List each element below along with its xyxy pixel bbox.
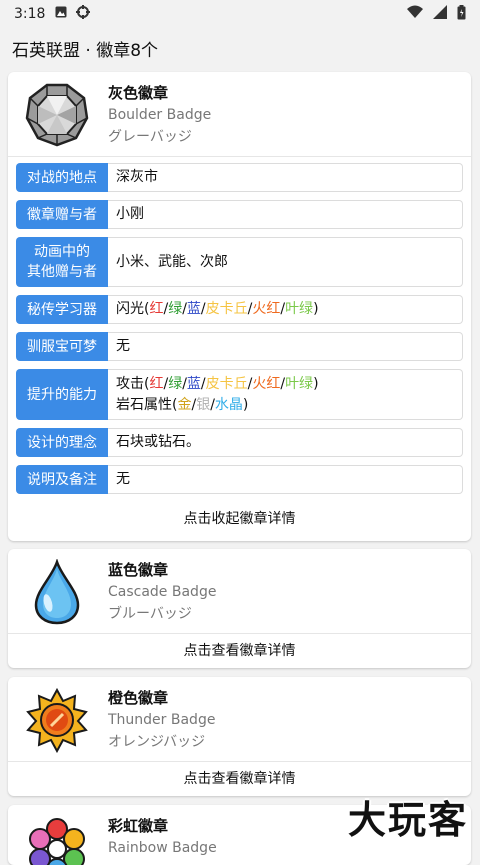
battery-icon — [457, 4, 466, 24]
row-value: 小刚 — [108, 200, 463, 229]
row-giver: 徽章赠与者 小刚 — [16, 200, 463, 229]
badge-name: 彩虹徽章 — [108, 817, 169, 835]
version-firered: 火红 — [252, 301, 281, 317]
status-time: 3:18 — [14, 6, 46, 22]
row-label-line2: 其他赠与者 — [27, 264, 97, 280]
thunder-badge-icon — [24, 687, 90, 754]
badge-english-name: Cascade Badge — [108, 584, 217, 600]
badge-header[interactable]: 灰色徽章 Boulder Badge グレーバッジ — [8, 72, 471, 156]
version-gold: 金 — [177, 396, 192, 413]
expand-details-button[interactable]: 点击查看徽章详情 — [8, 634, 471, 668]
row-boost: 提升的能力 攻击(红/绿/蓝/皮卡丘/火红/叶绿) 岩石属性(金/银/水晶) — [16, 369, 463, 420]
cascade-badge-icon — [24, 558, 90, 625]
row-notes: 说明及备注 无 — [16, 465, 463, 494]
hm-move: 闪光 — [116, 301, 144, 317]
row-value: 无 — [108, 332, 463, 361]
rainbow-badge-icon — [24, 815, 90, 865]
row-anime-givers: 动画中的 其他赠与者 小米、武能、次郎 — [16, 237, 463, 287]
watermark-logo: 大玩客 — [347, 798, 468, 842]
image-icon — [55, 6, 67, 22]
version-pikachu: 皮卡丘 — [205, 375, 248, 392]
row-label: 说明及备注 — [16, 465, 108, 494]
boulder-badge-icon — [24, 82, 90, 148]
row-label-line1: 动画中的 — [34, 244, 90, 260]
badge-card-cascade: 蓝色徽章 Cascade Badge ブルーバッジ 点击查看徽章详情 — [8, 549, 471, 668]
row-value: 深灰市 — [108, 163, 463, 192]
row-label: 动画中的 其他赠与者 — [16, 237, 108, 287]
settings-app-icon — [75, 4, 91, 24]
row-value: 攻击(红/绿/蓝/皮卡丘/火红/叶绿) 岩石属性(金/银/水晶) — [108, 369, 463, 420]
boost-line-2: 岩石属性(金/银/水晶) — [116, 396, 249, 413]
wifi-icon — [407, 5, 423, 23]
badge-japanese-name: グレーバッジ — [108, 129, 192, 145]
badge-details: 对战的地点 深灰市 徽章赠与者 小刚 动画中的 其他赠与者 小米、武能、次郎 秘… — [8, 157, 471, 494]
badge-header[interactable]: 橙色徽章 Thunder Badge オレンジバッジ — [8, 677, 471, 761]
badge-card-thunder: 橙色徽章 Thunder Badge オレンジバッジ 点击查看徽章详情 — [8, 677, 471, 796]
app-bar: 石英联盟 · 徽章8个 — [0, 28, 480, 68]
badge-english-name: Rainbow Badge — [108, 840, 217, 856]
row-label: 驯服宝可梦 — [16, 332, 108, 361]
row-label: 设计的理念 — [16, 428, 108, 457]
row-label: 对战的地点 — [16, 163, 108, 192]
badge-name: 橙色徽章 — [108, 689, 169, 707]
badge-card-boulder: 灰色徽章 Boulder Badge グレーバッジ 对战的地点 深灰市 徽章赠与… — [8, 72, 471, 541]
version-blue: 蓝 — [186, 375, 201, 392]
badge-english-name: Boulder Badge — [108, 107, 212, 123]
signal-icon — [433, 5, 447, 23]
row-label: 提升的能力 — [16, 369, 108, 420]
row-label: 秘传学习器 — [16, 295, 108, 324]
version-firered: 火红 — [252, 375, 281, 392]
version-green: 绿 — [168, 301, 183, 317]
version-pikachu: 皮卡丘 — [205, 301, 248, 317]
row-label: 徽章赠与者 — [16, 200, 108, 229]
badge-japanese-name: オレンジバッジ — [108, 734, 206, 750]
page-title: 石英联盟 · 徽章8个 — [12, 40, 159, 61]
row-obey: 驯服宝可梦 无 — [16, 332, 463, 361]
badge-header[interactable]: 蓝色徽章 Cascade Badge ブルーバッジ — [8, 549, 471, 633]
version-silver: 银 — [196, 396, 211, 413]
boost-line-1: 攻击(红/绿/蓝/皮卡丘/火红/叶绿) — [116, 375, 319, 392]
badge-japanese-name: ブルーバッジ — [108, 606, 192, 622]
version-red: 红 — [149, 375, 164, 392]
row-design: 设计的理念 石块或钻石。 — [16, 428, 463, 457]
collapse-details-button[interactable]: 点击收起徽章详情 — [8, 502, 471, 536]
version-blue: 蓝 — [186, 301, 201, 317]
status-bar: 3:18 — [0, 0, 480, 28]
version-green: 绿 — [168, 375, 183, 392]
row-value: 小米、武能、次郎 — [108, 237, 463, 287]
row-value: 闪光(红 / 绿 / 蓝 / 皮卡丘 / 火红 / 叶绿) — [108, 295, 463, 324]
row-value: 石块或钻石。 — [108, 428, 463, 457]
version-crystal: 水晶 — [214, 396, 243, 413]
version-leafgreen: 叶绿 — [285, 301, 314, 317]
badge-name: 灰色徽章 — [108, 84, 169, 102]
badge-name: 蓝色徽章 — [108, 561, 169, 579]
badge-english-name: Thunder Badge — [108, 712, 216, 728]
version-red: 红 — [149, 301, 164, 317]
version-leafgreen: 叶绿 — [285, 375, 314, 392]
row-location: 对战的地点 深灰市 — [16, 163, 463, 192]
row-hm: 秘传学习器 闪光(红 / 绿 / 蓝 / 皮卡丘 / 火红 / 叶绿) — [16, 295, 463, 324]
row-value: 无 — [108, 465, 463, 494]
